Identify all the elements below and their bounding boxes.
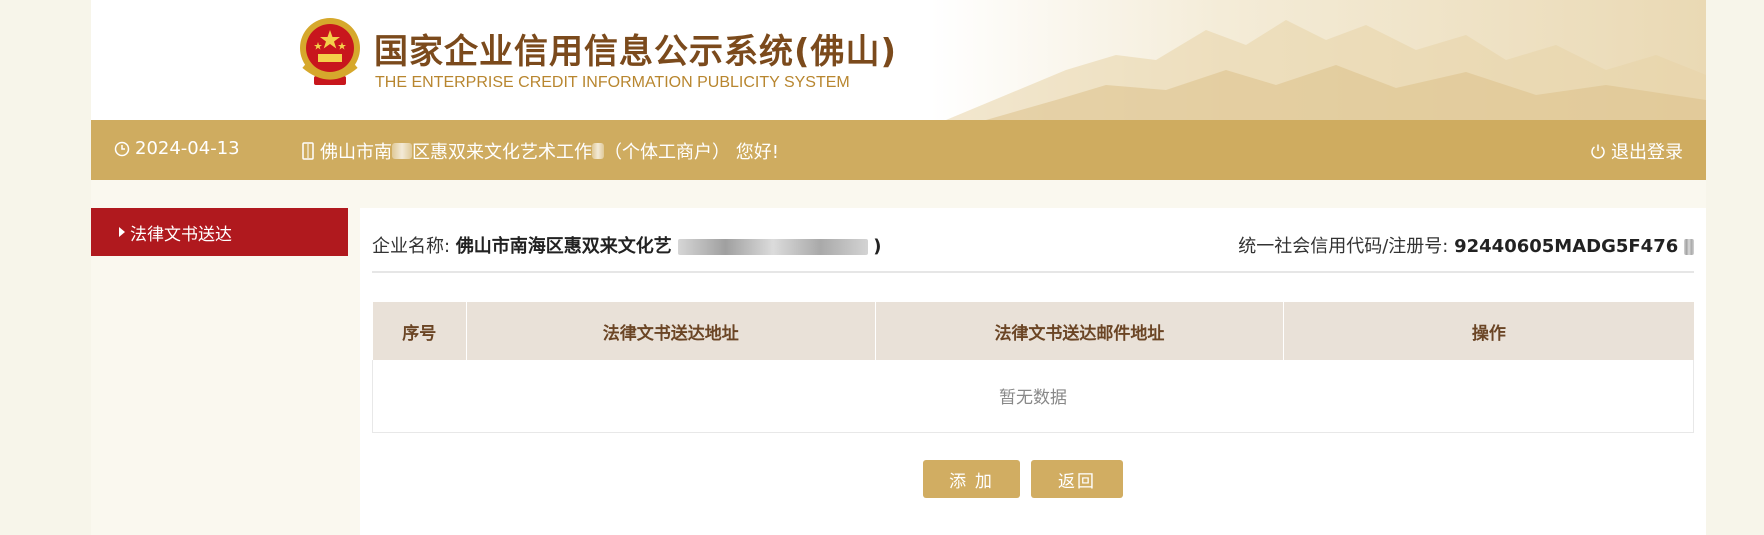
user-greeting: 佛山市南 区惠双来文化艺术工作 （个体工商户） 您好! [301, 138, 779, 164]
add-button[interactable]: 添 加 [923, 460, 1020, 498]
table-row: 暂无数据 [372, 360, 1694, 433]
divider [372, 271, 1694, 273]
date-display: 2024-04-13 [114, 138, 240, 159]
user-icon [302, 142, 314, 160]
column-header-index: 序号 [372, 302, 467, 360]
main-content: 企业名称: 佛山市南海区惠双来文化艺 ) 统一社会信用代码/注册号: 92440… [360, 208, 1706, 535]
user-bar: 2024-04-13 佛山市南 区惠双来文化艺术工作 （个体工商户） 您好! 退… [91, 120, 1706, 180]
credit-code: 统一社会信用代码/注册号: 92440605MADG5F476 [1238, 232, 1694, 258]
logout-label: 退出登录 [1611, 142, 1683, 163]
current-date: 2024-04-13 [135, 138, 240, 159]
user-name-prefix: 佛山市南 [320, 142, 392, 163]
enterprise-name: 企业名称: 佛山市南海区惠双来文化艺 ) [372, 232, 882, 258]
empty-state-text: 暂无数据 [372, 360, 1694, 433]
credit-code-value: 92440605MADG5F476 [1454, 236, 1679, 257]
site-header: 国家企业信用信息公示系统(佛山) THE ENTERPRISE CREDIT I… [91, 0, 1706, 120]
redacted-region [392, 143, 412, 159]
table-header-row: 序号 法律文书送达地址 法律文书送达邮件地址 操作 [372, 302, 1694, 360]
mountain-background [946, 20, 1706, 120]
caret-right-icon [119, 227, 125, 237]
sidebar-item-label: 法律文书送达 [130, 224, 232, 245]
national-emblem-icon [300, 18, 360, 85]
enterprise-name-value: 佛山市南海区惠双来文化艺 [455, 236, 672, 257]
enterprise-info: 企业名称: 佛山市南海区惠双来文化艺 ) 统一社会信用代码/注册号: 92440… [372, 232, 1694, 262]
redacted-region [592, 143, 604, 159]
enterprise-name-label: 企业名称: [372, 236, 451, 257]
column-header-actions: 操作 [1283, 302, 1694, 360]
column-header-delivery-address: 法律文书送达地址 [466, 302, 876, 360]
power-icon [1591, 144, 1605, 159]
redacted-region [1684, 239, 1694, 255]
site-title-en: THE ENTERPRISE CREDIT INFORMATION PUBLIC… [375, 74, 850, 91]
page: 国家企业信用信息公示系统(佛山) THE ENTERPRISE CREDIT I… [91, 0, 1706, 535]
clock-icon [114, 141, 130, 156]
site-title-cn: 国家企业信用信息公示系统(佛山) [374, 32, 898, 72]
user-type-greeting: （个体工商户） 您好! [604, 142, 779, 163]
credit-code-label: 统一社会信用代码/注册号: [1238, 236, 1449, 257]
sidebar-item-legal-document-delivery[interactable]: 法律文书送达 [91, 208, 348, 256]
legal-document-table: 序号 法律文书送达地址 法律文书送达邮件地址 操作 暂无数据 [372, 302, 1694, 433]
logout-button[interactable]: 退出登录 [1590, 138, 1683, 164]
back-button[interactable]: 返回 [1031, 460, 1123, 498]
column-header-delivery-email: 法律文书送达邮件地址 [875, 302, 1285, 360]
enterprise-name-tail: ) [873, 236, 882, 257]
user-name-mid: 区惠双来文化艺术工作 [412, 142, 592, 163]
redacted-region [677, 239, 868, 255]
